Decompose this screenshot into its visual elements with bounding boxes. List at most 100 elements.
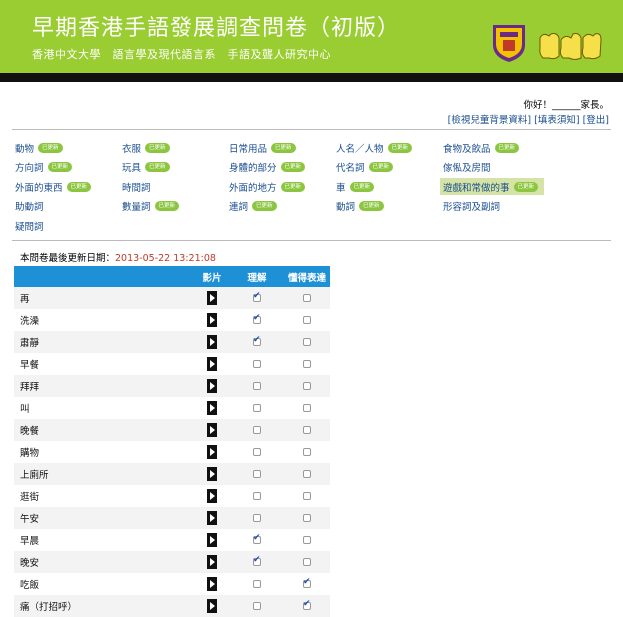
understand-cell: [230, 514, 284, 522]
video-play-icon[interactable]: [207, 423, 217, 437]
understand-checkbox[interactable]: [253, 533, 261, 544]
video-play-icon[interactable]: [207, 467, 217, 481]
last-updated-label: 本問卷最後更新日期：: [20, 253, 116, 264]
category-link[interactable]: 時間詞: [119, 178, 226, 195]
express-cell: [284, 404, 330, 412]
video-cell: [194, 445, 230, 459]
category-row: 動物 已更新 衣服 已更新 日常用品 已更新 人名／人物 已更新 食物及飲品 已更新: [12, 138, 572, 158]
category-link[interactable]: 代名詞 已更新: [333, 159, 440, 176]
express-checkbox[interactable]: [303, 514, 311, 522]
understand-checkbox[interactable]: [253, 555, 261, 566]
category-label: 玩具: [122, 163, 142, 175]
express-checkbox[interactable]: [303, 316, 311, 324]
category-link[interactable]: 疑問詞: [12, 217, 119, 234]
video-play-icon[interactable]: [207, 445, 217, 459]
word-label: 上廁所: [20, 470, 49, 481]
video-play-icon[interactable]: [207, 599, 217, 613]
instructions-link[interactable]: [填表須知]: [534, 115, 579, 126]
understand-checkbox[interactable]: [253, 313, 261, 324]
category-link[interactable]: 衣服 已更新: [119, 139, 226, 156]
category-link[interactable]: 助動詞: [12, 198, 119, 215]
category-link[interactable]: 日常用品 已更新: [226, 139, 333, 156]
understand-checkbox[interactable]: [253, 335, 261, 346]
express-checkbox[interactable]: [303, 382, 311, 390]
logout-link[interactable]: [登出]: [583, 115, 609, 126]
video-cell: [194, 401, 230, 415]
express-checkbox[interactable]: [303, 536, 311, 544]
video-play-icon[interactable]: [207, 313, 217, 327]
category-link[interactable]: 遊戲和常做的事 已更新: [440, 178, 544, 196]
video-play-icon[interactable]: [207, 357, 217, 371]
understand-checkbox[interactable]: [253, 291, 261, 302]
express-checkbox[interactable]: [303, 338, 311, 346]
video-play-icon[interactable]: [207, 379, 217, 393]
category-link[interactable]: 形容詞及副詞: [440, 198, 547, 215]
table-row: 洗澡: [14, 309, 330, 331]
category-label: 時間詞: [122, 182, 151, 194]
express-checkbox[interactable]: [303, 448, 311, 456]
understand-checkbox[interactable]: [253, 382, 261, 390]
word-label: 肅靜: [20, 338, 40, 349]
word-label: 拜拜: [20, 382, 40, 393]
view-child-info-link[interactable]: [檢視兒童背景資料]: [448, 115, 531, 126]
category-link[interactable]: 方向詞 已更新: [12, 159, 119, 176]
understand-checkbox[interactable]: [253, 404, 261, 412]
category-link[interactable]: 動物 已更新: [12, 139, 119, 156]
understand-checkbox[interactable]: [253, 448, 261, 456]
category-link[interactable]: 玩具 已更新: [119, 159, 226, 176]
understand-cell: [230, 291, 284, 302]
header-subtitle: 香港中文大學 語言學及現代語言系 手語及聾人研究中心: [32, 48, 331, 61]
table-row: 拜拜: [14, 375, 330, 397]
understand-cell: [230, 555, 284, 566]
category-link[interactable]: 連詞 已更新: [226, 198, 333, 215]
express-checkbox[interactable]: [303, 360, 311, 368]
header-divider-bar: [0, 73, 623, 82]
express-checkbox[interactable]: [303, 599, 311, 610]
category-label: 方向詞: [15, 163, 44, 175]
understand-cell: [230, 448, 284, 456]
express-checkbox[interactable]: [303, 558, 311, 566]
video-play-icon[interactable]: [207, 291, 217, 305]
category-link[interactable]: 人名／人物 已更新: [333, 139, 440, 156]
understand-checkbox[interactable]: [253, 514, 261, 522]
express-checkbox[interactable]: [303, 470, 311, 478]
express-checkbox[interactable]: [303, 404, 311, 412]
updated-badge: 已更新: [368, 162, 394, 173]
category-link[interactable]: 外面的地方 已更新: [226, 178, 333, 195]
understand-checkbox[interactable]: [253, 470, 261, 478]
understand-checkbox[interactable]: [253, 580, 261, 588]
category-link[interactable]: 動詞 已更新: [333, 198, 440, 215]
category-link[interactable]: 食物及飲品 已更新: [440, 139, 547, 156]
express-checkbox[interactable]: [303, 294, 311, 302]
divider-top: [12, 129, 611, 130]
video-play-icon[interactable]: [207, 577, 217, 591]
video-cell: [194, 577, 230, 591]
understand-checkbox[interactable]: [253, 426, 261, 434]
category-link[interactable]: 車已更新: [333, 178, 440, 195]
category-link[interactable]: 外面的東西 已更新: [12, 178, 119, 195]
understand-checkbox[interactable]: [253, 602, 261, 610]
word-label: 痛（打招呼）: [20, 602, 78, 613]
category-link[interactable]: 傢俬及房間: [440, 159, 547, 176]
express-checkbox[interactable]: [303, 426, 311, 434]
video-play-icon[interactable]: [207, 335, 217, 349]
video-play-icon[interactable]: [207, 489, 217, 503]
understand-checkbox[interactable]: [253, 492, 261, 500]
understand-checkbox[interactable]: [253, 360, 261, 368]
video-play-icon[interactable]: [207, 511, 217, 525]
video-cell: [194, 489, 230, 503]
category-link[interactable]: 身體的部分 已更新: [226, 159, 333, 176]
category-label: 衣服: [122, 143, 142, 155]
category-link[interactable]: 數量詞 已更新: [119, 198, 226, 215]
express-checkbox[interactable]: [303, 492, 311, 500]
updated-badge: 已更新: [47, 162, 73, 173]
word-label: 購物: [20, 448, 40, 459]
video-play-icon[interactable]: [207, 533, 217, 547]
updated-badge: 已更新: [154, 201, 180, 212]
video-play-icon[interactable]: [207, 555, 217, 569]
updated-badge: 已更新: [66, 181, 92, 192]
express-cell: [284, 316, 330, 324]
video-play-icon[interactable]: [207, 401, 217, 415]
table-row: 早餐: [14, 353, 330, 375]
express-checkbox[interactable]: [303, 577, 311, 588]
